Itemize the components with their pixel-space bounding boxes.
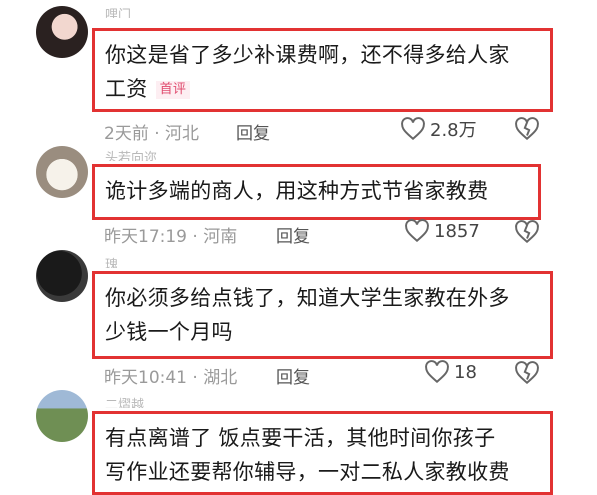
- username[interactable]: 瑰: [105, 254, 118, 268]
- username[interactable]: 哩门: [105, 4, 131, 18]
- comment-text: 诡计多端的商人，用这种方式节省家教费: [105, 179, 489, 203]
- heart-icon: [401, 117, 425, 141]
- reply-button[interactable]: 回复: [276, 363, 310, 388]
- highlighted-comment-box: 有点离谱了 饭点要干活，其他时间你孩子 写作业还要帮你辅导，一对二私人家教收费: [92, 411, 553, 495]
- username[interactable]: 二熠越: [105, 394, 144, 408]
- user-avatar[interactable]: [36, 6, 88, 58]
- dislike-icon[interactable]: [514, 116, 540, 142]
- dog-avatar[interactable]: [36, 146, 88, 198]
- comment-text: 写作业还要帮你辅导，一对二私人家教收费: [105, 460, 510, 484]
- cat-avatar[interactable]: [36, 250, 88, 302]
- highlighted-comment-box: 你这是省了多少补课费啊，还不得多给人家 工资 首评: [92, 28, 553, 112]
- dislike-icon[interactable]: [514, 360, 540, 386]
- like-button[interactable]: 18: [424, 360, 477, 384]
- comment-text: 少钱一个月吗: [105, 320, 233, 344]
- comment-time-location: 昨天17:19 · 河南: [104, 227, 238, 247]
- like-button[interactable]: 1857: [404, 219, 480, 243]
- reply-button[interactable]: 回复: [236, 119, 270, 144]
- comment-text: 你这是省了多少补课费啊，还不得多给人家: [105, 43, 510, 67]
- dislike-icon[interactable]: [514, 219, 540, 245]
- comment-time-location: 2天前 · 河北: [104, 124, 200, 144]
- first-comment-badge: 首评: [155, 81, 191, 99]
- landscape-avatar[interactable]: [36, 390, 88, 442]
- like-count: 2.8万: [430, 120, 477, 141]
- like-count: 1857: [434, 220, 480, 242]
- reply-button[interactable]: 回复: [276, 222, 310, 247]
- highlighted-comment-box: 诡计多端的商人，用这种方式节省家教费: [92, 164, 541, 220]
- comment-text: 有点离谱了 饭点要干活，其他时间你孩子: [105, 426, 496, 450]
- username[interactable]: 头若向迩: [105, 147, 157, 161]
- comment-text: 工资: [105, 77, 148, 101]
- heart-icon: [405, 219, 429, 243]
- comment-time-location: 昨天10:41 · 湖北: [104, 368, 238, 388]
- like-button[interactable]: 2.8万: [400, 116, 477, 142]
- heart-icon: [425, 360, 449, 384]
- like-count: 18: [454, 361, 477, 383]
- comment-text: 你必须多给点钱了，知道大学生家教在外多: [105, 286, 510, 310]
- highlighted-comment-box: 你必须多给点钱了，知道大学生家教在外多 少钱一个月吗: [92, 271, 553, 359]
